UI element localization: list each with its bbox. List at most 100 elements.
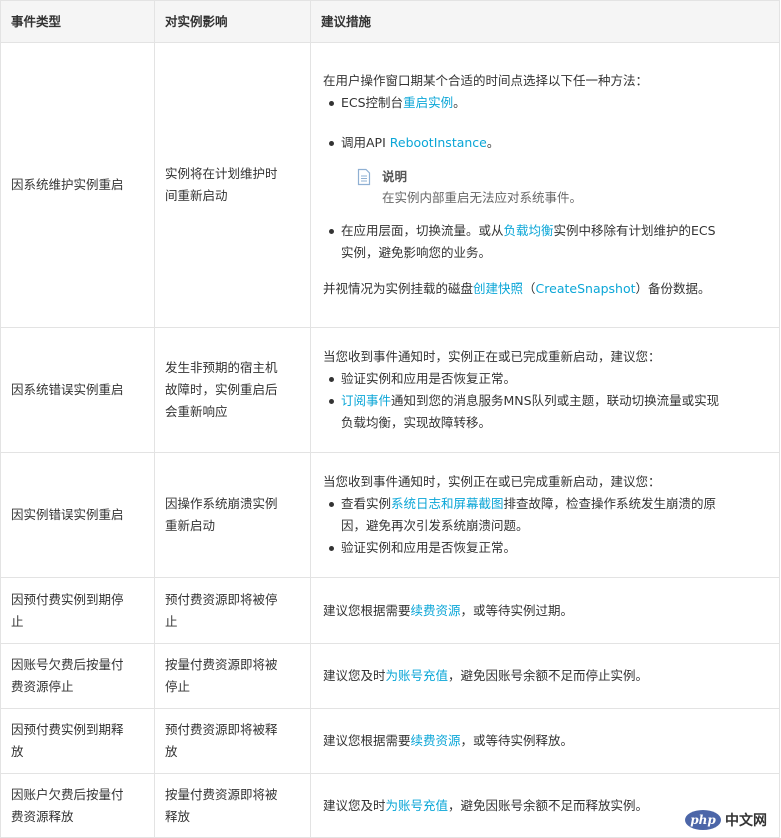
impact-cell: 按量付费资源即将被 释放	[154, 773, 311, 838]
impact-text: 按量付费资源即将被	[165, 786, 278, 802]
table-row: 因账户欠费后按量付 费资源释放 按量付费资源即将被 释放 建议您及时为账号充值，…	[0, 773, 780, 838]
impact-text: 发生非预期的宿主机	[165, 360, 278, 375]
impact-cell: 发生非预期的宿主机 故障时，实例重启后 会重新响应	[154, 327, 311, 453]
header-event-type: 事件类型	[0, 0, 155, 43]
table-row: 因系统维护实例重启 实例将在计划维护时 间重新启动 在用户操作窗口期某个合适的时…	[0, 42, 780, 328]
php-logo-icon: php	[685, 810, 721, 830]
event-type-cell: 因系统维护实例重启	[0, 42, 155, 328]
action-intro: 当您收到事件通知时，实例正在或已完成重新启动，建议您：	[323, 349, 661, 364]
event-type-text: 因账号欠费后按量付	[11, 657, 124, 672]
list-item-text: 实例，避免影响您的业务。	[341, 245, 492, 260]
event-type-text: 费资源释放	[11, 808, 74, 824]
impact-text: 放	[165, 744, 178, 759]
footnote-text: （	[523, 281, 536, 296]
event-type-text: 放	[11, 744, 24, 759]
impact-text: 预付费资源即将被停	[165, 591, 278, 607]
action-intro: 在用户操作窗口期某个合适的时间点选择以下任一种方法：	[323, 73, 649, 88]
system-logs-screenshots-link[interactable]: 系统日志和屏幕截图	[391, 496, 504, 511]
impact-text: 故障时，实例重启后	[165, 382, 278, 397]
impact-text: 停止	[165, 679, 191, 694]
action-text: 建议您及时	[323, 797, 386, 813]
action-text: 建议您根据需要	[323, 602, 411, 618]
impact-cell: 预付费资源即将被释 放	[154, 708, 311, 774]
list-item-text: 因，避免再次引发系统崩溃问题。	[341, 518, 529, 533]
list-item-text: 通知到您的消息服务MNS队列或主题，联动切换流量或实现	[391, 393, 720, 408]
event-type-cell: 因账户欠费后按量付 费资源释放	[0, 773, 155, 838]
action-cell: 当您收到事件通知时，实例正在或已完成重新启动，建议您： 验证实例和应用是否恢复正…	[310, 327, 780, 453]
reboot-instance-api-link[interactable]: RebootInstance	[390, 135, 487, 150]
note-document-icon	[357, 168, 371, 186]
header-suggested-action: 建议措施	[310, 0, 780, 43]
list-item-text: 调用API	[341, 135, 390, 150]
impact-text: 止	[165, 613, 178, 629]
event-type-text: 因预付费实例到期释	[11, 722, 124, 737]
renew-resources-link[interactable]: 续费资源	[411, 733, 461, 748]
list-item-text: 查看实例	[341, 496, 392, 511]
list-item: 订阅事件通知到您的消息服务MNS队列或主题，联动切换流量或实现负载均衡，实现故障…	[329, 390, 767, 434]
watermark-site-name: 中文网	[725, 813, 767, 829]
action-cell: 在用户操作窗口期某个合适的时间点选择以下任一种方法： ECS控制台重启实例。 调…	[310, 42, 780, 328]
note-text: 在实例内部重启无法应对系统事件。	[382, 190, 583, 205]
create-snapshot-api-link[interactable]: CreateSnapshot	[536, 281, 636, 296]
footnote-text: 并视情况为实例挂载的磁盘	[323, 281, 474, 296]
list-item: 查看实例系统日志和屏幕截图排查故障，检查操作系统发生崩溃的原 因，避免再次引发系统…	[329, 493, 767, 537]
action-text: 建议您根据需要	[323, 733, 411, 748]
action-list: 调用API RebootInstance。	[323, 132, 767, 154]
impact-text: 会重新响应	[165, 404, 228, 419]
event-type-cell: 因实例错误实例重启	[0, 452, 155, 578]
list-item-text: 实例中移除有计划维护的ECS	[553, 223, 716, 238]
list-item: 验证实例和应用是否恢复正常。	[329, 368, 767, 390]
create-snapshot-link[interactable]: 创建快照	[473, 281, 523, 296]
impact-text: 间重新启动	[165, 188, 228, 203]
event-type-text: 止	[11, 613, 24, 629]
list-item: 在应用层面，切换流量。或从负载均衡实例中移除有计划维护的ECS 实例，避免影响您的…	[329, 220, 767, 264]
event-type-text: 因实例错误实例重启	[11, 507, 124, 522]
impact-text: 按量付费资源即将被	[165, 657, 278, 672]
list-item-text: 在应用层面，切换流量。或从	[341, 223, 504, 238]
action-cell: 当您收到事件通知时，实例正在或已完成重新启动，建议您： 查看实例系统日志和屏幕截…	[310, 452, 780, 578]
impact-cell: 按量付费资源即将被 停止	[154, 643, 311, 709]
action-cell: 建议您根据需要续费资源，或等待实例过期。	[310, 577, 780, 644]
note-box: 说明 在实例内部重启无法应对系统事件。	[357, 166, 767, 208]
table-row: 因预付费实例到期停 止 预付费资源即将被停 止 建议您根据需要续费资源，或等待实…	[0, 577, 780, 644]
action-text: ，或等待实例释放。	[460, 733, 574, 748]
header-instance-impact: 对实例影响	[154, 0, 311, 43]
event-type-text: 因系统错误实例重启	[11, 382, 124, 397]
action-list: 验证实例和应用是否恢复正常。 订阅事件通知到您的消息服务MNS队列或主题，联动切…	[323, 368, 767, 434]
list-item-text: 。	[486, 135, 500, 150]
event-type-text: 因系统维护实例重启	[11, 177, 124, 192]
action-footnote: 并视情况为实例挂载的磁盘创建快照（CreateSnapshot）备份数据。	[323, 278, 767, 300]
action-list: 在应用层面，切换流量。或从负载均衡实例中移除有计划维护的ECS 实例，避免影响您的…	[323, 220, 767, 264]
site-watermark: php 中文网	[685, 807, 773, 833]
event-type-cell: 因预付费实例到期释 放	[0, 708, 155, 774]
table-row: 因预付费实例到期释 放 预付费资源即将被释 放 建议您根据需要续费资源，或等待实…	[0, 708, 780, 774]
note-title: 说明	[382, 169, 408, 184]
impact-text: 因操作系统崩溃实例	[165, 496, 278, 511]
impact-text: 实例将在计划维护时	[165, 166, 278, 181]
renew-resources-link[interactable]: 续费资源	[411, 603, 461, 618]
load-balancing-link[interactable]: 负载均衡	[504, 223, 554, 238]
recharge-account-link[interactable]: 为账号充值	[386, 798, 449, 813]
recharge-account-link[interactable]: 为账号充值	[386, 668, 449, 683]
impact-text: 预付费资源即将被释	[165, 722, 278, 737]
reboot-instance-link[interactable]: 重启实例	[403, 95, 453, 110]
impact-cell: 预付费资源即将被停 止	[154, 577, 311, 644]
list-item-text: 负载均衡，实现故障转移。	[341, 415, 492, 430]
ecs-events-table: 事件类型 对实例影响 建议措施 因系统维护实例重启 实例将在计划维护时 间重新启…	[0, 0, 780, 838]
impact-text: 释放	[165, 808, 191, 824]
list-item-text: ECS控制台	[341, 95, 404, 110]
action-text: ，或等待实例过期。	[460, 602, 574, 618]
list-item: ECS控制台重启实例。	[329, 92, 767, 114]
list-item: 调用API RebootInstance。	[329, 132, 767, 154]
event-type-text: 因预付费实例到期停	[11, 591, 124, 607]
event-type-cell: 因账号欠费后按量付 费资源停止	[0, 643, 155, 709]
action-list: ECS控制台重启实例。	[323, 92, 767, 114]
table-row: 因实例错误实例重启 因操作系统崩溃实例 重新启动 当您收到事件通知时，实例正在或…	[0, 452, 780, 578]
event-type-text: 因账户欠费后按量付	[11, 786, 124, 802]
table-row: 因账号欠费后按量付 费资源停止 按量付费资源即将被 停止 建议您及时为账号充值，…	[0, 643, 780, 709]
impact-cell: 实例将在计划维护时 间重新启动	[154, 42, 311, 328]
list-item: 验证实例和应用是否恢复正常。	[329, 537, 767, 559]
event-type-cell: 因系统错误实例重启	[0, 327, 155, 453]
footnote-text: ）备份数据。	[635, 281, 711, 296]
subscribe-events-link[interactable]: 订阅事件	[341, 393, 391, 408]
